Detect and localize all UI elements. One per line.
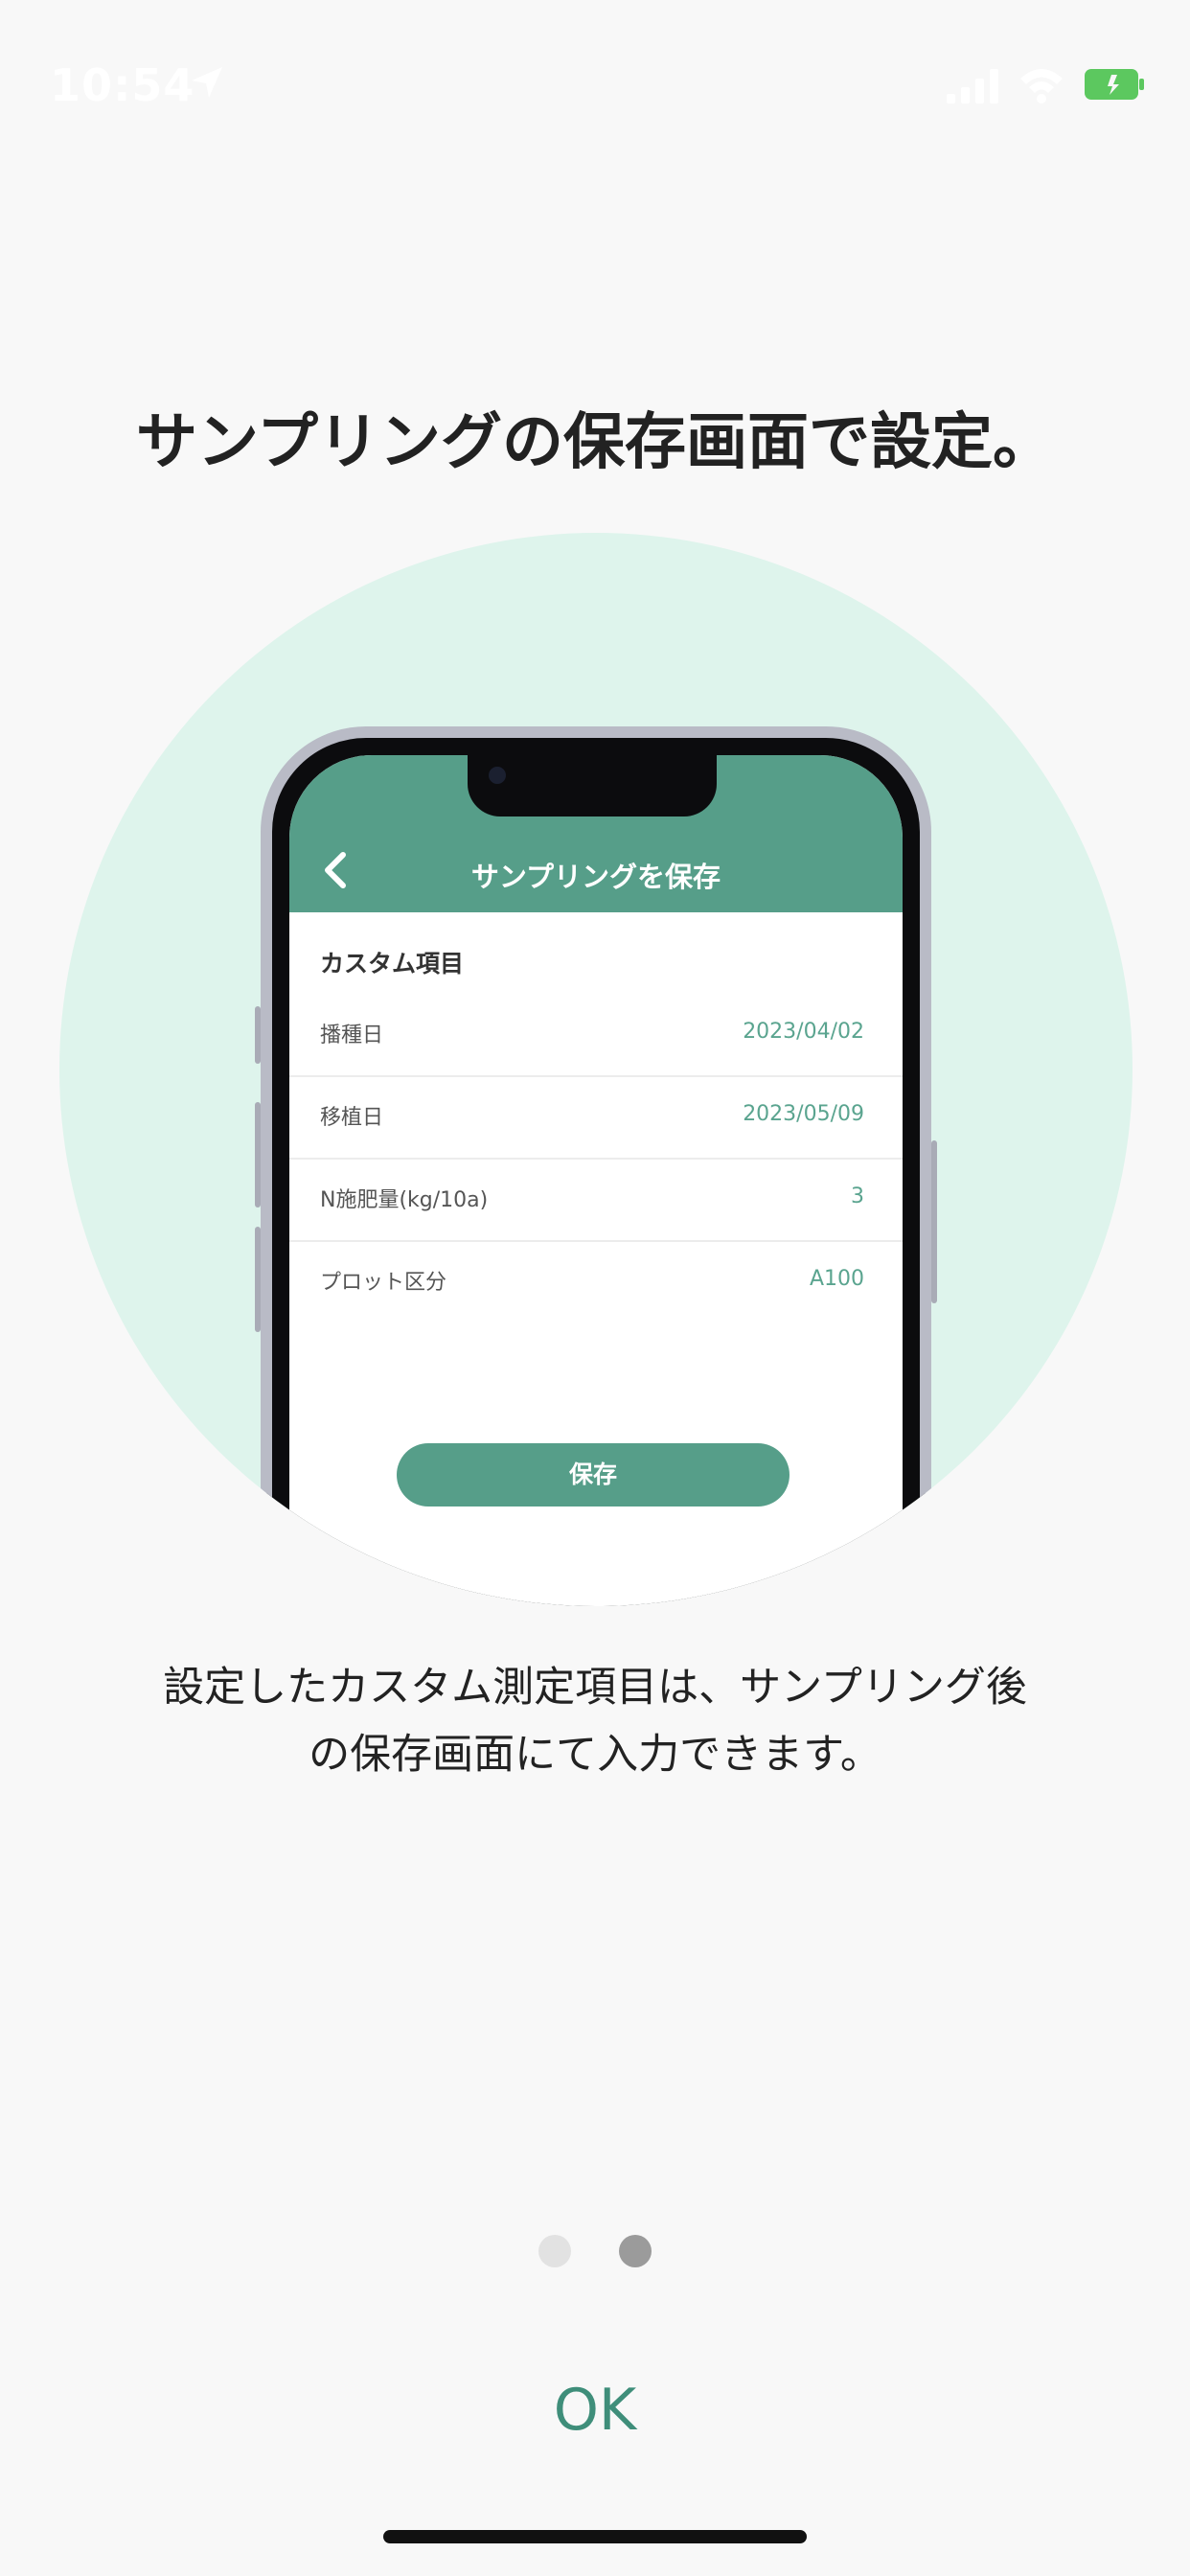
mock-row-label: 移植日: [320, 1106, 384, 1130]
page-indicator-dot[interactable]: [538, 2235, 571, 2267]
home-indicator[interactable]: [383, 2530, 807, 2543]
camera-icon: [489, 767, 506, 784]
mock-form-row: 移植日 2023/05/09: [289, 1077, 903, 1160]
mock-section-title: カスタム項目: [320, 950, 465, 978]
wifi-icon: [1020, 69, 1063, 104]
phone-side-button: [255, 1006, 261, 1064]
page-title: サンプリングの保存画面で設定。: [135, 407, 1055, 478]
page-indicator-dot-active[interactable]: [619, 2235, 652, 2267]
mock-save-button: 保存: [397, 1443, 790, 1506]
mock-form-row: N施肥量(kg/10a) 3: [289, 1160, 903, 1242]
mock-row-value: 2023/04/02: [743, 1020, 864, 1044]
status-bar: 10:54: [0, 0, 1190, 144]
signal-icon: [947, 69, 998, 104]
mock-row-value: 2023/05/09: [743, 1102, 864, 1126]
phone-side-button: [255, 1102, 261, 1208]
phone-notch: [468, 755, 717, 816]
phone-screen: サンプリングを保存 カスタム項目 播種日 2023/04/02 移植日 2023…: [289, 755, 903, 1606]
description: 設定したカスタム測定項目は、サンプリング後 の保存画面にて入力できます。: [96, 1654, 1094, 1788]
phone-side-button: [931, 1140, 937, 1303]
location-arrow-icon: [192, 67, 222, 98]
phone-mockup: サンプリングを保存 カスタム項目 播種日 2023/04/02 移植日 2023…: [255, 726, 937, 1606]
mock-row-label: N施肥量(kg/10a): [320, 1188, 489, 1212]
battery-icon: [1085, 69, 1144, 100]
phone-side-button: [255, 1227, 261, 1332]
illustration: サンプリングを保存 カスタム項目 播種日 2023/04/02 移植日 2023…: [59, 533, 1133, 1606]
mock-row-label: 播種日: [320, 1024, 384, 1047]
mock-row-label: プロット区分: [320, 1271, 447, 1295]
status-time: 10:54: [50, 59, 195, 111]
ok-button[interactable]: OK: [499, 2367, 691, 2453]
mock-header-title: サンプリングを保存: [470, 861, 721, 893]
description-line: の保存画面にて入力できます。: [309, 1731, 881, 1779]
description-line: 設定したカスタム測定項目は、サンプリング後: [163, 1664, 1027, 1712]
mock-row-value: A100: [809, 1267, 864, 1291]
mock-row-value: 3: [851, 1184, 864, 1208]
mock-form-row: プロット区分 A100: [289, 1242, 903, 1324]
mock-form-row: 播種日 2023/04/02: [289, 995, 903, 1077]
